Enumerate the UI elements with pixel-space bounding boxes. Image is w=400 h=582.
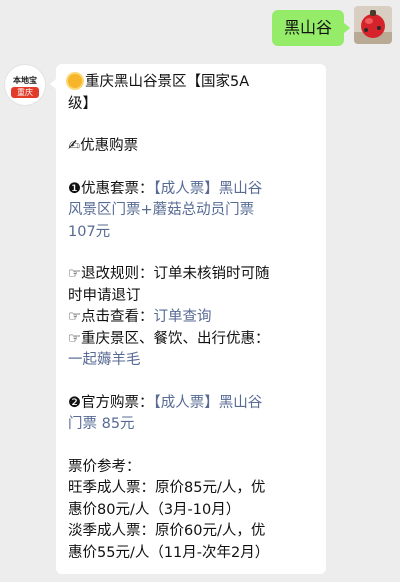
bot-avatar[interactable]: 本地宝 重庆 [4,64,46,106]
bot-avatar-brand: 本地宝 [13,75,37,85]
benefit-link[interactable]: 一起薅羊毛 [68,350,314,372]
price-ref-title: 票价参考： [68,458,141,475]
user-avatar-image [354,6,392,44]
order-query-link[interactable]: 订单查询 [154,309,212,325]
section-title: ✍优惠购票 [68,138,139,154]
offer2-link-cont[interactable]: 门票 85元 [68,414,314,436]
offer1-line-1: ❶优惠套票：【成人票】黑山谷 [68,180,263,197]
peak-price-line-1: 旺季成人票：原价85元/人，优 [68,480,266,496]
refund-line-1: ☞退改规则：订单未核销时可随 [68,266,270,282]
offer2-line-1: ❷官方购票：【成人票】黑山谷 [68,394,263,411]
incoming-message-row: 本地宝 重庆 重庆黑山谷景区【国家5A 级】 ✍优惠购票 ❶优惠套票：【成人票】… [4,64,326,574]
refund-line-2: 时申请退订 [68,287,141,304]
title-line-2: 级】 [68,95,97,112]
peak-price-line-2: 惠价80元/人（3月-10月） [68,501,241,518]
offer1-price-link[interactable]: 107元 [68,222,314,244]
offer2-link[interactable]: 【成人票】黑山谷 [154,395,263,411]
low-price-line-1: 淡季成人票：原价60元/人，优 [68,523,266,539]
offer1-link[interactable]: 【成人票】黑山谷 [154,181,263,197]
check-line: ☞点击查看：订单查询 [68,309,212,325]
outgoing-message-bubble[interactable]: 黑山谷 [271,10,351,46]
title-line-1: 重庆黑山谷景区【国家5A [68,72,314,94]
bot-avatar-tag: 重庆 [11,86,39,98]
benefit-line: ☞重庆景区、餐饮、出行优惠： [68,330,270,347]
incoming-message-bubble: 重庆黑山谷景区【国家5A 级】 ✍优惠购票 ❶优惠套票：【成人票】黑山谷 风景区… [50,64,326,574]
offer1-link-cont[interactable]: 风景区门票+蘑菇总动员门票 [68,200,314,222]
sun-icon [68,74,82,88]
outgoing-message-row: 黑山谷 [271,6,392,46]
user-avatar[interactable] [354,6,392,44]
low-price-line-2: 惠价55元/人（11月-次年2月） [68,544,270,561]
